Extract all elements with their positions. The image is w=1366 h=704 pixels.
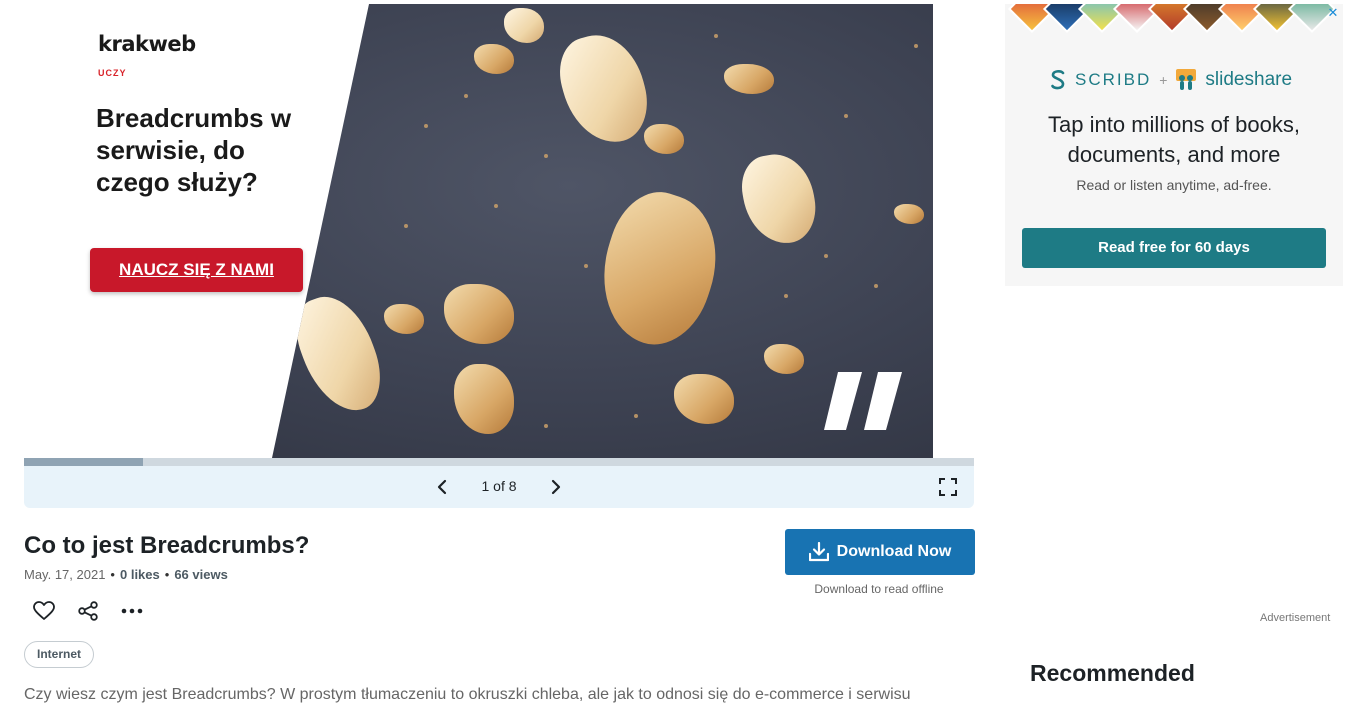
next-slide-button[interactable] (544, 475, 568, 499)
fullscreen-icon (939, 478, 957, 496)
slide-counter: 1 of 8 (481, 478, 517, 494)
slide-text-panel: krakweb UCZY Breadcrumbs w serwisie, do … (24, 4, 384, 458)
download-now-button[interactable]: Download Now (785, 529, 975, 575)
chevron-right-icon (551, 479, 561, 495)
brand-subtitle: UCZY (98, 68, 127, 78)
share-button[interactable] (76, 600, 100, 622)
plus-sign: + (1159, 72, 1168, 88)
slide-image[interactable]: krakweb UCZY Breadcrumbs w serwisie, do … (24, 4, 933, 458)
download-now-label: Download Now (836, 543, 952, 560)
ad-close-button[interactable]: ✕ (1325, 5, 1341, 21)
document-date: May. 17, 2021 (24, 567, 106, 582)
scribd-ad[interactable]: ✕ SCRIBD + slideshare Tap into millions … (1005, 4, 1343, 286)
ad-logos: SCRIBD + slideshare (1049, 68, 1292, 92)
slide-progress-bar[interactable] (24, 458, 974, 466)
share-icon (78, 601, 98, 621)
views-count: 66 views (174, 567, 228, 582)
viewer-controls: 1 of 8 (24, 466, 974, 508)
read-free-button[interactable]: Read free for 60 days (1022, 228, 1326, 268)
brand-logo: krakweb (98, 32, 196, 56)
slideshare-logo-icon (1176, 69, 1197, 90)
document-actions (32, 600, 144, 622)
document-title: Co to jest Breadcrumbs? (24, 532, 310, 559)
advertisement-label: Advertisement (1260, 612, 1331, 624)
scribd-logo-icon (1051, 70, 1065, 90)
recommended-heading: Recommended (1030, 660, 1195, 686)
quote-mark-icon (824, 372, 902, 430)
document-meta: May. 17, 2021 • 0 likes • 66 views (24, 567, 228, 582)
tag-internet[interactable]: Internet (24, 641, 95, 668)
slideshare-wordmark: slideshare (1205, 69, 1293, 90)
page: krakweb UCZY Breadcrumbs w serwisie, do … (0, 0, 1366, 704)
previous-slide-button[interactable] (430, 475, 454, 499)
slide-progress-fill (24, 458, 143, 466)
ad-headline: Tap into millions of books, documents, a… (1048, 112, 1300, 167)
book-covers-strip (1005, 4, 1343, 44)
likes-count: 0 likes (119, 567, 160, 582)
like-button[interactable] (32, 600, 56, 622)
download-subtext: Download to read offline (814, 582, 944, 596)
document-description: Czy wiesz czym jest Breadcrumbs? W prost… (24, 686, 911, 703)
download-icon (808, 542, 829, 562)
ad-subtext: Read or listen anytime, ad-free. (1076, 177, 1272, 193)
more-icon (121, 608, 143, 614)
more-options-button[interactable] (120, 600, 144, 622)
slide-cta-button: NAUCZ SIĘ Z NAMI (90, 248, 303, 292)
fullscreen-button[interactable] (936, 475, 960, 499)
slide-headline: Breadcrumbs w serwisie, do czego służy? (96, 103, 292, 197)
scribd-wordmark: SCRIBD (1075, 70, 1152, 89)
chevron-left-icon (437, 479, 447, 495)
heart-icon (33, 601, 55, 620)
